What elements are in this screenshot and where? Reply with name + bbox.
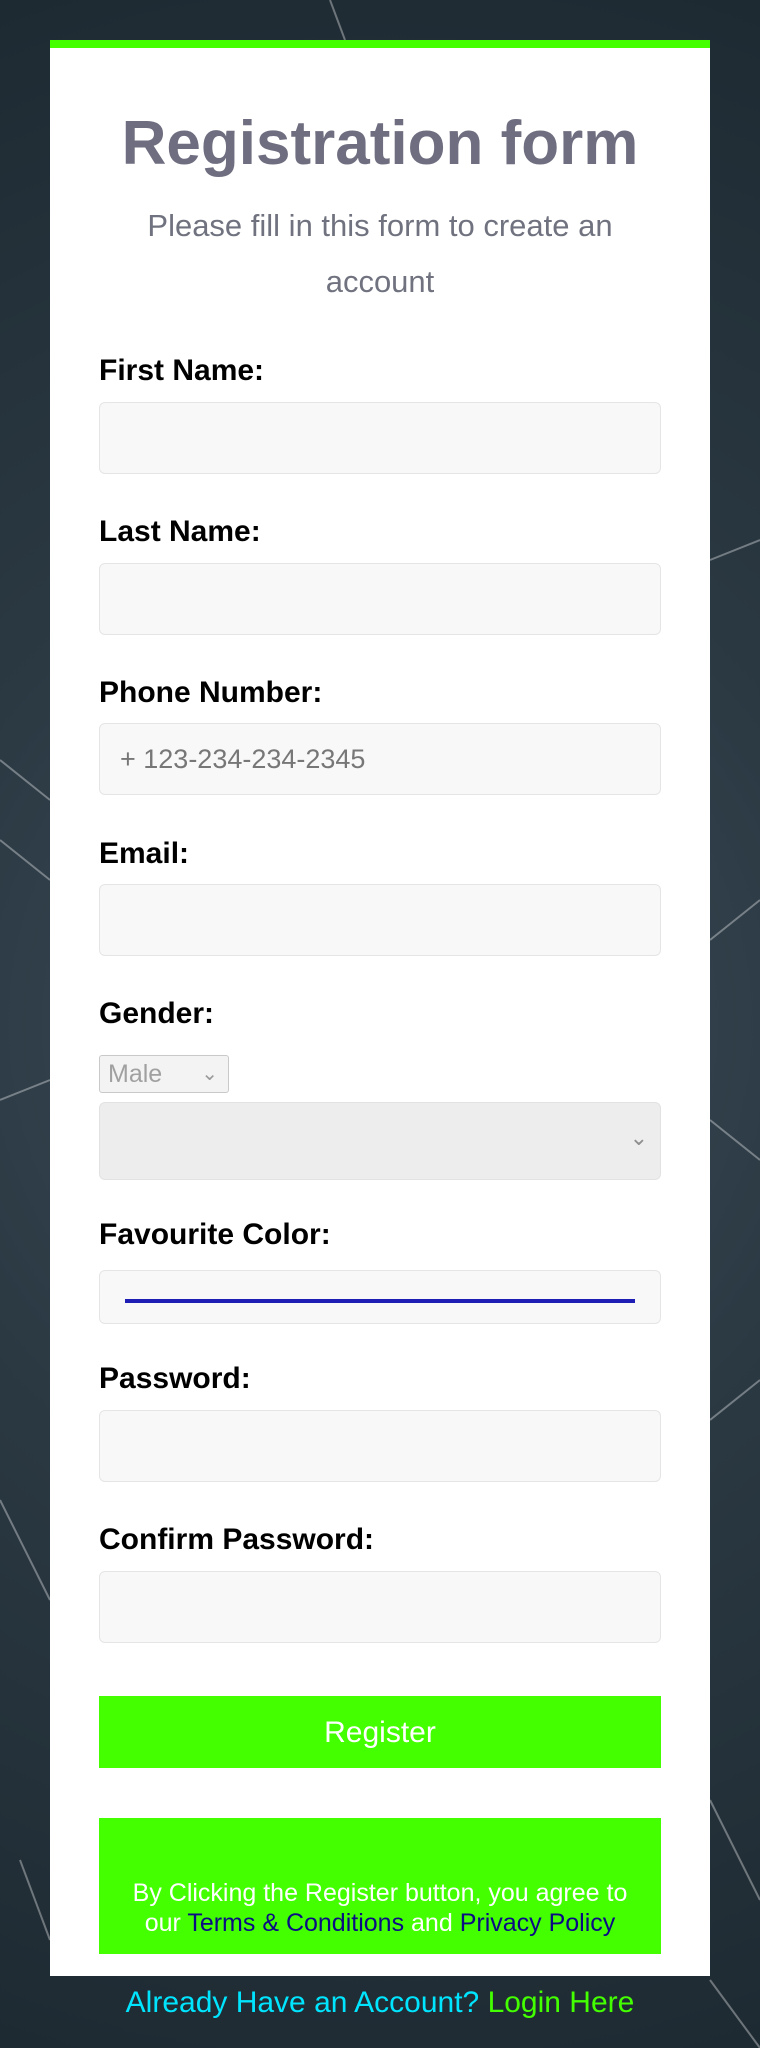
email-field[interactable]	[99, 884, 661, 956]
phone-label: Phone Number:	[99, 676, 323, 709]
password-input[interactable]	[100, 1411, 660, 1481]
phone-field[interactable]	[99, 723, 661, 795]
gender-dropdown[interactable]: ⌄	[99, 1102, 661, 1180]
email-input[interactable]	[100, 885, 660, 955]
page-title: Registration form	[121, 109, 639, 178]
last-name-input[interactable]	[100, 564, 660, 634]
terms-and-text: and	[411, 1909, 453, 1937]
password-field[interactable]	[99, 1410, 661, 1482]
terms-notice: By Clicking the Register button, you agr…	[99, 1818, 661, 1954]
first-name-label: First Name:	[99, 354, 265, 387]
terms-link[interactable]: Terms & Conditions	[187, 1909, 404, 1937]
last-name-field[interactable]	[99, 563, 661, 635]
email-label: Email:	[99, 837, 190, 870]
login-link[interactable]: Login Here	[488, 1986, 635, 2019]
favourite-color-label: Favourite Color:	[99, 1218, 331, 1251]
gender-label: Gender:	[99, 997, 215, 1030]
favourite-color-picker[interactable]	[99, 1270, 661, 1324]
confirm-password-input[interactable]	[100, 1572, 660, 1642]
first-name-field[interactable]	[99, 402, 661, 474]
page-subtitle: Please fill in this form to create an ac…	[147, 208, 613, 299]
registration-card: Registration form Please fill in this fo…	[50, 40, 710, 1976]
phone-input[interactable]	[100, 724, 660, 794]
login-prompt-text: Already Have an Account?	[125, 1986, 480, 2019]
last-name-label: Last Name:	[99, 515, 261, 548]
gender-selected-value: Male	[108, 1060, 163, 1088]
gender-select[interactable]: Male ⌄	[99, 1055, 229, 1093]
login-prompt: Already Have an Account? Login Here	[0, 1986, 760, 2020]
color-swatch	[125, 1299, 635, 1303]
register-button[interactable]: Register	[99, 1696, 661, 1768]
password-label: Password:	[99, 1362, 251, 1395]
first-name-input[interactable]	[100, 403, 660, 473]
privacy-link[interactable]: Privacy Policy	[460, 1909, 616, 1937]
chevron-down-icon: ⌄	[629, 1125, 648, 1150]
confirm-password-label: Confirm Password:	[99, 1523, 375, 1556]
chevron-down-icon: ⌄	[201, 1063, 218, 1085]
confirm-password-field[interactable]	[99, 1571, 661, 1643]
